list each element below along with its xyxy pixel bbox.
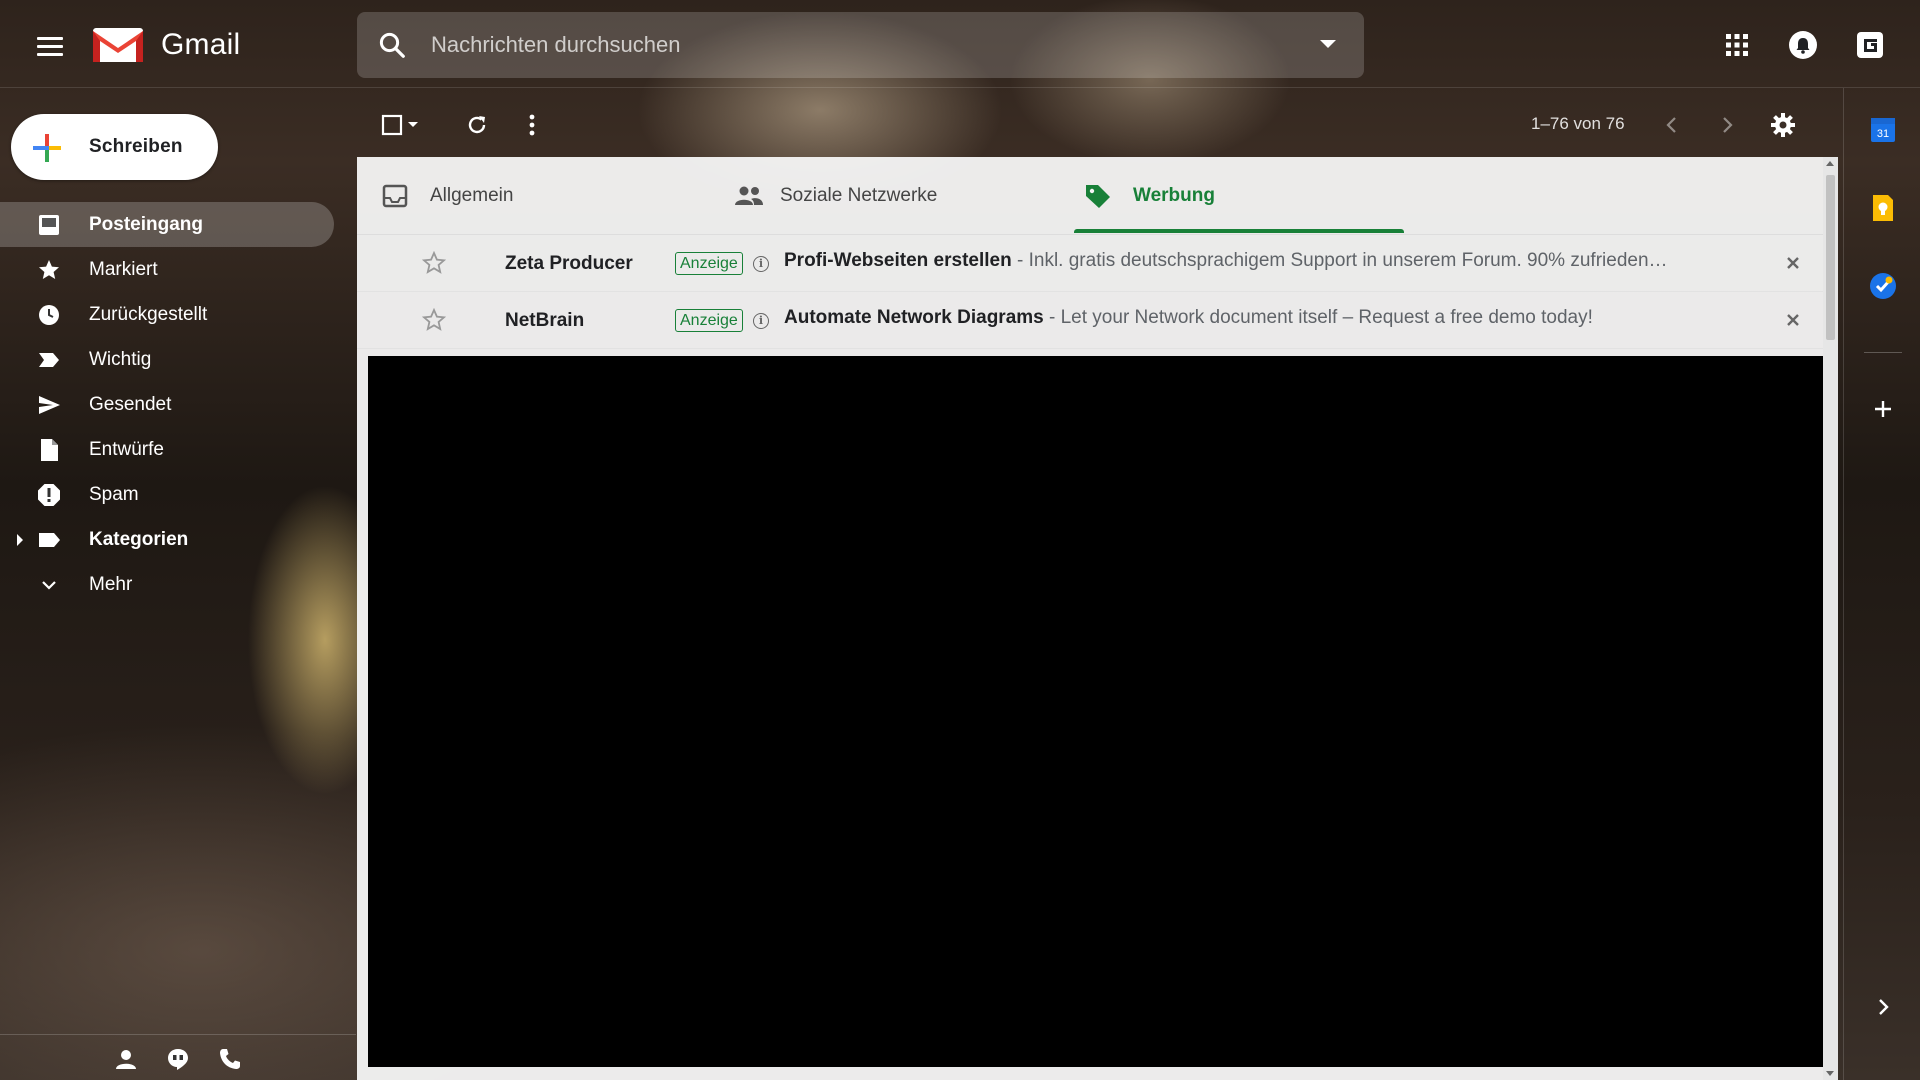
sidebar-item-more[interactable]: Mehr [0, 562, 334, 607]
tab-allgemein[interactable]: Allgemein [357, 157, 715, 235]
info-icon[interactable]: i [753, 256, 769, 272]
scrollbar-thumb[interactable] [1826, 175, 1835, 340]
sidebar-item-label: Markiert [89, 259, 158, 280]
tasks-icon[interactable] [1868, 271, 1898, 301]
search-icon[interactable] [377, 30, 407, 60]
select-dropdown-icon[interactable] [405, 110, 421, 140]
email-subject: Automate Network Diagrams [784, 307, 1044, 328]
refresh-icon[interactable] [462, 110, 492, 140]
sidebar-item-label: Posteingang [89, 214, 204, 235]
sidebar-item-label: Mehr [89, 574, 133, 595]
sidebar-item-label: Entwürfe [89, 439, 164, 460]
important-icon [36, 347, 62, 373]
sidebar-item-label: Spam [89, 484, 139, 505]
tag-icon [1086, 185, 1110, 208]
message-toolbar: 1–76 von 76 [357, 100, 1837, 148]
sender-name: NetBrain [505, 310, 585, 331]
email-snippet: - Inkl. gratis deutschsprachigem Support… [1011, 250, 1668, 271]
account-avatar-icon[interactable] [1853, 28, 1887, 62]
compose-button[interactable]: Schreiben [11, 114, 218, 180]
people-icon [735, 186, 763, 205]
notifications-icon[interactable] [1786, 28, 1820, 62]
hangouts-bar [0, 1034, 356, 1080]
redacted-message-area [368, 356, 1823, 1067]
ad-row[interactable]: Zeta Producer Anzeige i Profi-Webseiten … [357, 235, 1823, 292]
search-input[interactable] [431, 26, 1271, 64]
sidebar-nav: Posteingang Markiert Zurückgestellt Wich… [0, 202, 336, 607]
phone-icon[interactable] [216, 1045, 244, 1073]
spam-icon [36, 482, 62, 508]
sidebar-item-important[interactable]: Wichtig [0, 337, 334, 382]
main-menu-button[interactable] [28, 24, 72, 68]
scrollbar[interactable] [1823, 157, 1838, 1080]
chevron-down-icon [36, 572, 62, 598]
hangouts-icon[interactable] [164, 1045, 192, 1073]
keep-icon[interactable] [1868, 193, 1898, 223]
label-icon [36, 527, 62, 553]
info-icon[interactable]: i [753, 313, 769, 329]
inbox-icon [382, 184, 408, 208]
add-addon-plus-icon[interactable] [1868, 394, 1898, 424]
compose-plus-icon [33, 134, 61, 162]
side-panel-divider [1864, 352, 1902, 353]
pagination-count: 1–76 von 76 [1531, 114, 1625, 133]
scroll-down-arrow-icon[interactable] [1826, 1071, 1834, 1076]
sidebar-item-sent[interactable]: Gesendet [0, 382, 334, 427]
previous-page-icon[interactable] [1657, 110, 1687, 140]
sidebar-item-label: Kategorien [89, 529, 189, 550]
calendar-day-text: 31 [1877, 128, 1889, 140]
tab-label: Werbung [1133, 185, 1215, 206]
tab-soziale-netzwerke[interactable]: Soziale Netzwerke [715, 157, 1073, 235]
search-options-dropdown-icon[interactable] [1320, 40, 1336, 48]
search-bar[interactable] [357, 12, 1364, 78]
sidebar-item-drafts[interactable]: Entwürfe [0, 427, 334, 472]
scroll-up-arrow-icon[interactable] [1826, 161, 1834, 166]
email-subject-line: Profi-Webseiten erstellen - Inkl. gratis… [784, 250, 1668, 272]
tab-werbung[interactable]: Werbung [1073, 157, 1433, 235]
tab-label: Allgemein [430, 185, 514, 206]
side-panel: 31 [1843, 88, 1920, 1080]
draft-icon [36, 437, 62, 463]
sidebar-item-label: Wichtig [89, 349, 152, 370]
email-snippet: - Let your Network document itself – Req… [1043, 307, 1593, 328]
sidebar-item-snoozed[interactable]: Zurückgestellt [0, 292, 334, 337]
dismiss-ad-icon[interactable] [1783, 253, 1803, 273]
clock-icon [36, 302, 62, 328]
inbox-icon [36, 212, 62, 238]
tab-label: Soziale Netzwerke [780, 185, 938, 206]
top-bar: Gmail [0, 0, 1920, 88]
sidebar-item-starred[interactable]: Markiert [0, 247, 334, 292]
email-subject: Profi-Webseiten erstellen [784, 250, 1012, 271]
active-tab-indicator [1074, 229, 1404, 233]
compose-label: Schreiben [89, 136, 183, 157]
sidebar-item-inbox[interactable]: Posteingang [0, 202, 334, 247]
next-page-icon[interactable] [1712, 110, 1742, 140]
contacts-icon[interactable] [112, 1045, 140, 1073]
sidebar-item-categories[interactable]: Kategorien [0, 517, 334, 562]
calendar-icon[interactable]: 31 [1868, 114, 1898, 144]
apps-grid-icon[interactable] [1720, 28, 1754, 62]
select-all-checkbox[interactable] [377, 110, 407, 140]
expand-side-panel-chevron-icon[interactable] [1868, 992, 1898, 1022]
star-icon [36, 257, 62, 283]
message-list-panel: Allgemein Soziale Netzwerke Werbung Zeta… [357, 157, 1838, 1080]
gmail-logo[interactable] [92, 26, 144, 64]
sidebar-item-label: Zurückgestellt [89, 304, 208, 325]
ad-badge: Anzeige [675, 309, 743, 332]
email-subject-line: Automate Network Diagrams - Let your Net… [784, 307, 1593, 329]
sidebar-item-spam[interactable]: Spam [0, 472, 334, 517]
gmail-wordmark: Gmail [161, 28, 241, 61]
dismiss-ad-icon[interactable] [1783, 310, 1803, 330]
ad-row[interactable]: NetBrain Anzeige i Automate Network Diag… [357, 292, 1823, 349]
expand-caret-icon[interactable] [17, 534, 23, 546]
star-outline-icon[interactable] [422, 308, 446, 332]
ad-badge: Anzeige [675, 252, 743, 275]
settings-gear-icon[interactable] [1768, 110, 1798, 140]
sidebar-item-label: Gesendet [89, 394, 172, 415]
category-tabs: Allgemein Soziale Netzwerke Werbung [357, 157, 1823, 235]
more-vert-icon[interactable] [517, 110, 547, 140]
sender-name: Zeta Producer [505, 253, 633, 274]
star-outline-icon[interactable] [422, 251, 446, 275]
send-icon [36, 392, 62, 418]
